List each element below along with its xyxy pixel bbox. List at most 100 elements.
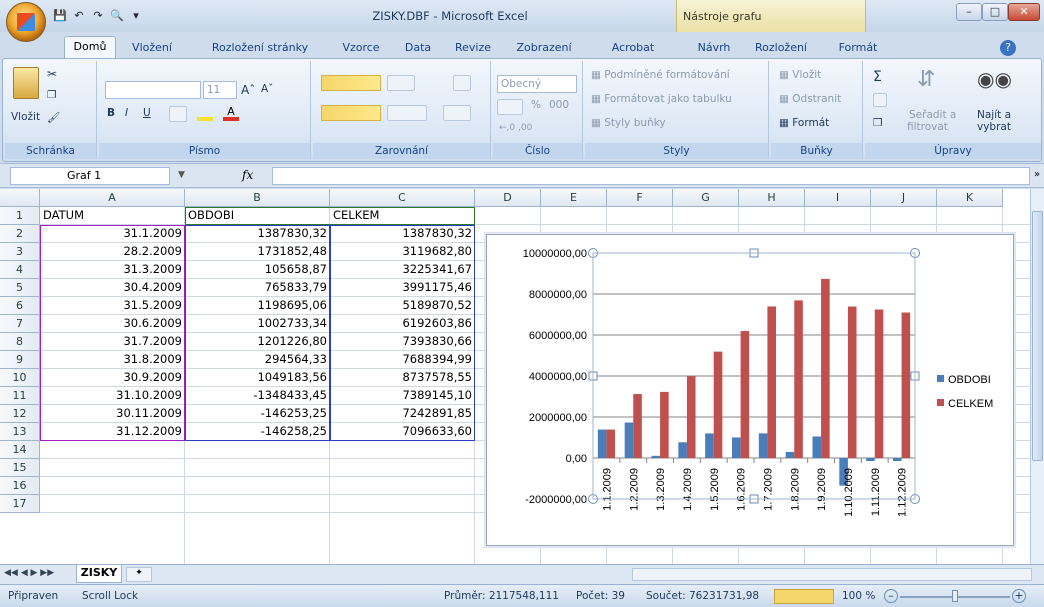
zoom-in-icon[interactable]: + [1012, 589, 1026, 603]
row-header[interactable]: 9 [0, 351, 40, 369]
sort-filter-label-2[interactable]: filtrovat [907, 121, 948, 133]
insert-sheet-icon[interactable]: ✦ [126, 567, 152, 582]
customize-qat-icon[interactable]: ▾ [128, 8, 144, 24]
column-header[interactable]: A [40, 189, 185, 207]
tab-design[interactable]: Návrh [690, 39, 738, 58]
sort-filter-label[interactable]: Seřadit a [909, 109, 956, 121]
save-icon[interactable]: 💾 [52, 8, 68, 24]
find-select-label-2[interactable]: vybrat [977, 121, 1011, 133]
column-header[interactable]: H [739, 189, 805, 207]
font-color-icon[interactable]: A [223, 105, 239, 121]
column-header[interactable]: C [330, 189, 475, 207]
row-header[interactable]: 11 [0, 387, 40, 405]
percent-button[interactable]: % [531, 99, 541, 111]
row-header[interactable]: 6 [0, 297, 40, 315]
scroll-thumb[interactable] [1032, 211, 1043, 461]
sort-filter-icon[interactable]: ⇵ [917, 67, 935, 92]
column-header[interactable]: J [871, 189, 937, 207]
fill-icon[interactable] [873, 93, 887, 107]
delete-cells-button[interactable]: ▦ Odstranit [779, 93, 841, 105]
vertical-scrollbar[interactable] [1030, 189, 1044, 564]
zoom-level[interactable]: 100 % [842, 590, 875, 602]
conditional-format-button[interactable]: ▦ Podmíněné formátování [591, 69, 730, 81]
row-header[interactable]: 5 [0, 279, 40, 297]
formula-input[interactable] [272, 167, 1030, 185]
find-select-label[interactable]: Najít a [977, 109, 1011, 121]
undo-icon[interactable]: ↶ [71, 8, 87, 24]
align-left-icon[interactable] [321, 105, 381, 121]
view-buttons[interactable] [774, 589, 834, 604]
column-header[interactable]: D [475, 189, 541, 207]
format-as-table-button[interactable]: ▦ Formátovat jako tabulku [591, 93, 732, 105]
print-preview-icon[interactable]: 🔍 [109, 8, 125, 24]
row-header[interactable]: 7 [0, 315, 40, 333]
zoom-slider-thumb[interactable] [952, 590, 958, 602]
number-format-combo[interactable]: Obecný [497, 75, 577, 93]
row-header[interactable]: 13 [0, 423, 40, 441]
tab-home[interactable]: Domů [64, 36, 116, 58]
underline-icon[interactable]: U [143, 107, 151, 119]
column-header[interactable]: I [805, 189, 871, 207]
tab-page-layout[interactable]: Rozložení stránky [196, 39, 324, 58]
column-header[interactable]: F [607, 189, 673, 207]
maximize-button[interactable]: □ [982, 3, 1008, 21]
font-size-combo[interactable]: 11 [203, 81, 237, 99]
row-header[interactable]: 3 [0, 243, 40, 261]
merge-center-icon[interactable] [443, 105, 471, 121]
indent-icon[interactable] [387, 105, 427, 121]
column-header[interactable]: K [937, 189, 1003, 207]
borders-icon[interactable] [169, 106, 187, 122]
expand-formula-icon[interactable]: » [1034, 169, 1040, 180]
chart-object[interactable]: 10000000,00 8000000,00 6000000,00 4000000,0… [486, 234, 1014, 546]
redo-icon[interactable]: ↷ [90, 8, 106, 24]
cell-styles-button[interactable]: ▦ Styly buňky [591, 117, 666, 129]
format-cells-button[interactable]: ▦ Formát [779, 117, 829, 129]
row-header[interactable]: 17 [0, 495, 40, 513]
insert-function-icon[interactable]: fx [242, 168, 253, 182]
tab-formulas[interactable]: Vzorce [336, 39, 386, 58]
close-button[interactable]: ✕ [1008, 3, 1040, 21]
tab-acrobat[interactable]: Acrobat [604, 39, 662, 58]
row-header[interactable]: 14 [0, 441, 40, 459]
tab-layout[interactable]: Rozložení [750, 39, 812, 58]
orientation-icon[interactable] [387, 75, 415, 91]
autosum-icon[interactable]: Σ [873, 69, 882, 85]
row-header[interactable]: 12 [0, 405, 40, 423]
sheet-nav-arrows-icon[interactable]: ◀◀ ◀ ▶ ▶▶ [4, 568, 54, 578]
fill-color-icon[interactable] [197, 105, 213, 121]
insert-cells-button[interactable]: ▦ Vložit [779, 69, 821, 81]
column-header[interactable]: E [541, 189, 607, 207]
name-box[interactable]: Graf 1 [10, 167, 170, 185]
column-header[interactable]: G [673, 189, 739, 207]
align-top-icon[interactable] [321, 75, 381, 91]
column-header[interactable]: B [185, 189, 330, 207]
row-header[interactable]: 1 [0, 207, 40, 225]
tab-insert[interactable]: Vložení [124, 39, 180, 58]
italic-icon[interactable]: I [125, 107, 128, 119]
tab-review[interactable]: Revize [450, 39, 496, 58]
office-button[interactable] [6, 2, 46, 42]
select-all-corner[interactable] [0, 189, 40, 207]
paste-button[interactable]: Vložit [11, 111, 40, 123]
tab-view[interactable]: Zobrazení [508, 39, 580, 58]
grow-font-icon[interactable]: Aˆ [241, 83, 255, 97]
tab-data[interactable]: Data [398, 39, 438, 58]
increase-decimal-icon[interactable]: ←,0 ,00 [499, 123, 532, 133]
thousands-button[interactable]: 000 [549, 99, 569, 111]
row-header[interactable]: 15 [0, 459, 40, 477]
row-header[interactable]: 16 [0, 477, 40, 495]
row-header[interactable]: 4 [0, 261, 40, 279]
cut-icon[interactable]: ✂ [47, 67, 57, 81]
minimize-button[interactable]: – [956, 3, 982, 21]
clear-icon[interactable]: ❒ [873, 117, 882, 129]
binoculars-icon[interactable]: ◉◉ [977, 67, 1012, 91]
row-header[interactable]: 8 [0, 333, 40, 351]
font-name-combo[interactable] [105, 81, 201, 99]
help-icon[interactable]: ? [1000, 40, 1016, 56]
wrap-text-icon[interactable] [453, 75, 471, 91]
sheet-tab-zisky[interactable]: ZISKY [76, 565, 122, 583]
paste-icon[interactable] [13, 67, 39, 99]
copy-icon[interactable]: ❐ [47, 89, 56, 101]
row-header[interactable]: 10 [0, 369, 40, 387]
shrink-font-icon[interactable]: Aˇ [261, 83, 273, 95]
